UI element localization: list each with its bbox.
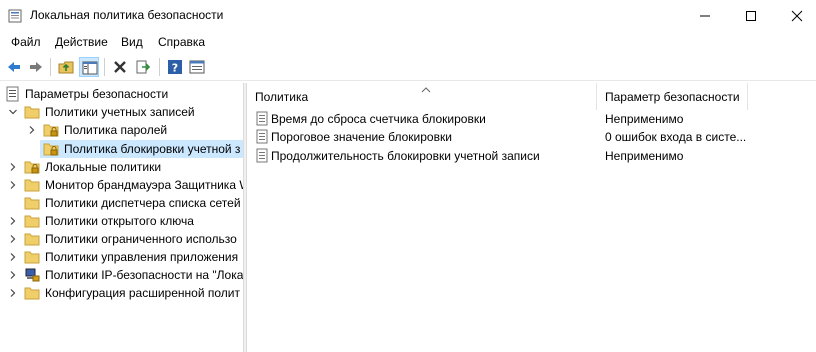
list-item[interactable]: Пороговое значение блокировки 0 ошибок в… [247, 128, 816, 146]
up-folder-button[interactable] [56, 57, 76, 77]
tree-item-label: Политика паролей [64, 123, 168, 137]
tree-item-software-restriction[interactable]: Политики ограниченного использо [0, 230, 243, 248]
folder-icon [24, 195, 40, 211]
folder-icon [24, 213, 40, 229]
policy-value: 0 ошибок входа в систе... [605, 130, 747, 144]
tree-item-ip-security[interactable]: Политики IP-безопасности на "Лока [0, 266, 243, 284]
maximize-button[interactable] [728, 0, 774, 31]
tree-item-firewall-monitor[interactable]: Монитор брандмауэра Защитника W [0, 176, 243, 194]
tree-root[interactable]: Параметры безопасности [0, 85, 243, 103]
sort-ascending-icon [421, 82, 431, 93]
column-header-label: Политика [255, 90, 309, 104]
security-settings-icon [5, 86, 21, 102]
policy-value: Неприменимо [605, 112, 684, 126]
chevron-down-icon[interactable] [8, 106, 18, 118]
chevron-right-icon[interactable] [8, 233, 18, 245]
tree-item-label: Политики открытого ключа [45, 214, 194, 228]
locked-folder-icon [43, 141, 59, 157]
toolbar-separator [159, 58, 160, 76]
menu-view[interactable]: Вид [121, 35, 143, 49]
window-title: Локальная политика безопасности [30, 8, 224, 22]
folder-icon [24, 104, 40, 120]
tree-item-label: Конфигурация расширенной полит [45, 286, 240, 300]
tree-item-label: Политики ограниченного использо [45, 232, 237, 246]
menu-action[interactable]: Действие [55, 35, 108, 49]
policy-list: Политика Параметр безопасности Время до … [247, 83, 816, 352]
locked-folder-icon [43, 122, 59, 138]
close-button[interactable] [774, 0, 816, 31]
tree-item-public-key[interactable]: Политики открытого ключа [0, 212, 243, 230]
chevron-right-icon[interactable] [8, 161, 18, 173]
export-button[interactable] [133, 57, 153, 77]
delete-button[interactable] [110, 57, 130, 77]
tree-item-label: Монитор брандмауэра Защитника W [45, 178, 243, 192]
chevron-right-icon[interactable] [8, 287, 18, 299]
folder-icon [24, 177, 40, 193]
tree-item-label: Политики IP-безопасности на "Лока [45, 268, 243, 282]
menu-help[interactable]: Справка [158, 35, 205, 49]
tree-item-account-policies[interactable]: Политики учетных записей [0, 103, 243, 121]
column-header-label: Параметр безопасности [605, 90, 740, 104]
tree-item-label: Политики диспетчера списка сетей [45, 196, 241, 210]
back-button[interactable] [4, 57, 24, 77]
toolbar-separator [50, 58, 51, 76]
policy-value: Неприменимо [605, 149, 684, 163]
tree-item-lockout-policy[interactable]: Политика блокировки учетной з [0, 140, 243, 158]
locked-folder-icon [24, 159, 40, 175]
folder-icon [24, 285, 40, 301]
navigation-tree[interactable]: Параметры безопасности Политики учетных … [0, 83, 243, 352]
minimize-button[interactable] [682, 0, 728, 31]
tree-item-label: Политика блокировки учетной з [64, 142, 241, 156]
folder-icon [24, 249, 40, 265]
tree-item-label: Локальные политики [45, 160, 162, 174]
tree-item-label: Политики учетных записей [45, 105, 195, 119]
policy-setting-icon [256, 148, 270, 164]
tree-item-app-control[interactable]: Политики управления приложения [0, 248, 243, 266]
tree-item-advanced-audit[interactable]: Конфигурация расширенной полит [0, 284, 243, 302]
folder-icon [24, 231, 40, 247]
tree-item-local-policies[interactable]: Локальные политики [0, 158, 243, 176]
toolbar: ? [0, 53, 816, 81]
security-policy-app-icon [8, 9, 22, 23]
column-header-policy[interactable]: Политика [247, 83, 597, 110]
ip-security-icon [24, 267, 40, 283]
chevron-right-icon[interactable] [8, 215, 18, 227]
list-item[interactable]: Время до сброса счетчика блокировки Непр… [247, 110, 816, 128]
help-button[interactable]: ? [165, 57, 185, 77]
forward-button[interactable] [26, 57, 46, 77]
column-header-setting[interactable]: Параметр безопасности [597, 83, 748, 110]
properties-button[interactable] [187, 57, 207, 77]
policy-setting-icon [256, 111, 270, 127]
chevron-right-icon[interactable] [8, 179, 18, 191]
chevron-right-icon[interactable] [27, 124, 37, 136]
chevron-right-icon[interactable] [8, 251, 18, 263]
list-item[interactable]: Продолжительность блокировки учетной зап… [247, 147, 816, 165]
tree-item-label: Политики управления приложения [45, 250, 239, 264]
show-tree-button[interactable] [79, 57, 99, 77]
tree-item-network-list[interactable]: Политики диспетчера списка сетей [0, 194, 243, 212]
policy-name: Время до сброса счетчика блокировки [271, 112, 486, 126]
app-window: Локальная политика безопасности Файл Дей… [0, 0, 816, 352]
tree-root-label: Параметры безопасности [25, 87, 169, 101]
toolbar-separator [104, 58, 105, 76]
policy-setting-icon [256, 129, 270, 145]
policy-name: Продолжительность блокировки учетной зап… [271, 149, 540, 163]
svg-text:?: ? [172, 62, 178, 75]
menu-file[interactable]: Файл [11, 35, 41, 49]
policy-name: Пороговое значение блокировки [271, 130, 452, 144]
title-bar[interactable]: Локальная политика безопасности [0, 0, 816, 31]
tree-item-password-policy[interactable]: Политика паролей [0, 121, 243, 139]
menu-bar: Файл Действие Вид Справка [0, 31, 816, 53]
chevron-right-icon[interactable] [8, 269, 18, 281]
